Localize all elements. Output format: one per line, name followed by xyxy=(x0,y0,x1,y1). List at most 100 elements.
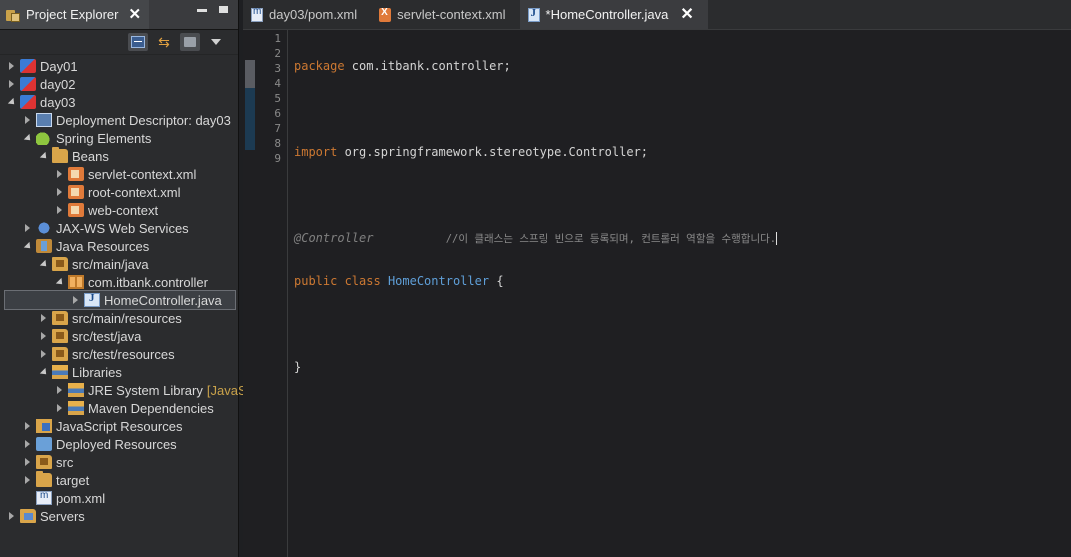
collapse-all-button[interactable] xyxy=(128,33,148,51)
collapsed-arrow-icon[interactable] xyxy=(36,309,50,327)
code-line-7[interactable] xyxy=(294,317,777,332)
javares-icon xyxy=(36,239,52,253)
tree-node-src-test-resources[interactable]: src/test/resources xyxy=(0,345,238,363)
tree-node-target-folder[interactable]: target xyxy=(0,471,238,489)
code-line-5[interactable]: @Controller //이 클래스는 스프링 빈으로 등록되며, 컨트롤러 … xyxy=(294,231,778,246)
code-line-4[interactable] xyxy=(294,188,777,203)
change-marker xyxy=(245,88,255,150)
explorer-tab[interactable]: Project Explorer ✕ xyxy=(0,0,150,29)
code-line-3[interactable]: import org.springframework.stereotype.Co… xyxy=(294,145,777,160)
expanded-arrow-icon[interactable] xyxy=(36,147,50,165)
collapsed-arrow-icon[interactable] xyxy=(20,453,34,471)
code-line-2[interactable] xyxy=(294,102,777,117)
tab-pom-xml[interactable]: day03/pom.xml xyxy=(243,0,371,29)
tree-node-label: root-context.xml xyxy=(88,184,181,200)
expanded-arrow-icon[interactable] xyxy=(20,129,34,147)
annotation: @Controller xyxy=(294,231,374,245)
tree-node-homecontroller-java[interactable]: HomeController.java xyxy=(4,290,236,310)
code-text-segment: org.springframework.stereotype.Controlle… xyxy=(337,145,649,159)
collapsed-arrow-icon[interactable] xyxy=(52,381,66,399)
close-icon[interactable]: ✕ xyxy=(680,6,693,23)
collapsed-arrow-icon[interactable] xyxy=(20,417,34,435)
collapsed-arrow-icon[interactable] xyxy=(52,201,66,219)
view-menu-button[interactable] xyxy=(206,33,226,51)
tree-node-jax-ws-web-services[interactable]: JAX-WS Web Services xyxy=(0,219,238,237)
tree-node-label: HomeController.java xyxy=(104,292,222,308)
tree-node-label: Day01 xyxy=(40,58,78,74)
expanded-arrow-icon[interactable] xyxy=(4,93,18,111)
expanded-arrow-icon[interactable] xyxy=(36,255,50,273)
code-line-9[interactable] xyxy=(294,403,777,418)
annotation-ruler xyxy=(243,30,257,557)
link-with-editor-button[interactable]: ⇆ xyxy=(154,33,174,51)
tree-node-pom-xml[interactable]: pom.xml xyxy=(0,489,238,507)
tree-node-web-context[interactable]: web-context xyxy=(0,201,238,219)
tab-servlet-context-xml[interactable]: servlet-context.xml xyxy=(371,0,519,29)
tree-node-label: com.itbank.controller xyxy=(88,274,208,290)
collapsed-arrow-icon[interactable] xyxy=(4,57,18,75)
tree-node-src-folder[interactable]: src xyxy=(0,453,238,471)
collapsed-arrow-icon[interactable] xyxy=(68,291,82,309)
tree-node-src-main-java[interactable]: src/main/java xyxy=(0,255,238,273)
collapsed-arrow-icon[interactable] xyxy=(36,345,50,363)
code-area[interactable]: 1 2 3 4 5 6 7 8 9 package com.itbank.controller;… xyxy=(243,30,1071,557)
tree-node-label: src/main/java xyxy=(72,256,149,272)
tree-node-label: web-context xyxy=(88,202,159,218)
tree-node-src-test-java[interactable]: src/test/java xyxy=(0,327,238,345)
tree-node-project-day03[interactable]: day03 xyxy=(0,93,238,111)
collapsed-arrow-icon[interactable] xyxy=(20,111,34,129)
tree-node-java-resources[interactable]: Java Resources xyxy=(0,237,238,255)
tree-node-src-main-resources[interactable]: src/main/resources xyxy=(0,309,238,327)
tree-node-libraries[interactable]: Libraries xyxy=(0,363,238,381)
xmlbean-icon xyxy=(68,167,84,181)
tree-node-package-controller[interactable]: com.itbank.controller xyxy=(0,273,238,291)
collapsed-arrow-icon[interactable] xyxy=(52,399,66,417)
tree-node-label: Maven Dependencies xyxy=(88,400,214,416)
collapsed-arrow-icon[interactable] xyxy=(4,75,18,93)
code-line-8[interactable]: } xyxy=(294,360,777,375)
collapsed-arrow-icon[interactable] xyxy=(20,219,34,237)
maximize-icon[interactable] xyxy=(219,6,228,13)
pom-icon xyxy=(36,490,52,505)
explorer-header: Project Explorer ✕ xyxy=(0,0,238,30)
project-explorer-panel: Project Explorer ✕ ⇆ Day01 day02 day03 Depl… xyxy=(0,0,255,557)
collapsed-arrow-icon[interactable] xyxy=(20,471,34,489)
tree-node-maven-dependencies[interactable]: Maven Dependencies xyxy=(0,399,238,417)
tree-node-beans-folder[interactable]: Beans xyxy=(0,147,238,165)
line-number: 6 xyxy=(274,107,281,120)
code-text-segment: } xyxy=(294,360,302,374)
tree-node-deployment-descriptor[interactable]: Deployment Descriptor: day03 xyxy=(0,111,238,129)
code-line-6[interactable]: public class HomeController { xyxy=(294,274,777,289)
tree-node-label: Libraries xyxy=(72,364,122,380)
expanded-arrow-icon[interactable] xyxy=(36,363,50,381)
xml-file-icon xyxy=(251,6,263,22)
tab-homecontroller-java[interactable]: *HomeController.java ✕ xyxy=(519,0,708,29)
tree-node-project-day02[interactable]: day02 xyxy=(0,75,238,93)
spring-icon xyxy=(36,131,52,145)
collapsed-arrow-icon[interactable] xyxy=(52,183,66,201)
close-icon[interactable]: ✕ xyxy=(128,7,141,22)
tree-node-servers[interactable]: Servers xyxy=(0,507,238,525)
deployed-icon xyxy=(36,437,52,451)
view-options-button[interactable] xyxy=(180,33,200,51)
tree-node-jre-system-library[interactable]: JRE System Library [JavaSE xyxy=(0,381,255,399)
tree-node-label: src/test/resources xyxy=(72,346,175,362)
tree-node-label: Deployed Resources xyxy=(56,436,177,452)
tree-node-spring-elements[interactable]: Spring Elements xyxy=(0,129,238,147)
expanded-arrow-icon[interactable] xyxy=(52,273,66,291)
tree-node-deployed-resources[interactable]: Deployed Resources xyxy=(0,435,238,453)
tree-node-project-day01[interactable]: Day01 xyxy=(0,57,238,75)
tree-node-label: target xyxy=(56,472,90,488)
tree-node-root-context-xml[interactable]: root-context.xml xyxy=(0,183,238,201)
tree-node-servlet-context-xml[interactable]: servlet-context.xml xyxy=(0,165,238,183)
tree-node-javascript-resources[interactable]: JavaScript Resources xyxy=(0,417,238,435)
collapsed-arrow-icon[interactable] xyxy=(4,507,18,525)
tree-node-label: servlet-context.xml xyxy=(88,166,197,182)
collapsed-arrow-icon[interactable] xyxy=(36,327,50,345)
code-line-1[interactable]: package com.itbank.controller; xyxy=(294,59,777,74)
code-text[interactable]: package com.itbank.controller; import or… xyxy=(288,30,778,557)
expanded-arrow-icon[interactable] xyxy=(20,237,34,255)
collapsed-arrow-icon[interactable] xyxy=(20,435,34,453)
collapsed-arrow-icon[interactable] xyxy=(52,165,66,183)
minimize-icon[interactable] xyxy=(197,9,207,12)
